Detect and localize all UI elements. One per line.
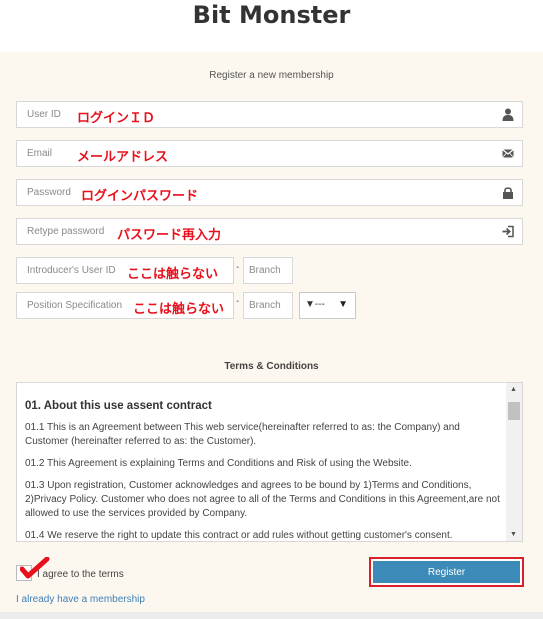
agree-label[interactable]: I agree to the terms [37, 569, 124, 580]
password-annotation: ログインパスワード [81, 189, 199, 204]
retype-password-placeholder: Retype password [27, 226, 105, 237]
sign-in-icon [502, 225, 514, 238]
scroll-down-arrow-icon[interactable]: ▼ [510, 531, 517, 538]
position-select[interactable]: ▼--- ▼ [299, 292, 356, 319]
user-id-annotation: ログインＩＤ [77, 111, 156, 126]
position-select-value: ▼--- [305, 299, 325, 310]
introducer-id-placeholder: Introducer's User ID [27, 265, 116, 276]
already-member-link[interactable]: I already have a membership [16, 594, 145, 605]
position-dash: - [236, 296, 240, 307]
terms-scrollbar[interactable]: ▲ ▼ [506, 383, 522, 541]
branch-placeholder: Branch [249, 265, 281, 276]
terms-paragraph: 01.4 We reserve the right to update this… [25, 530, 453, 541]
terms-paragraph: 01.3 Upon registration, Customer acknowl… [25, 480, 500, 519]
terms-title: Terms & Conditions [224, 361, 319, 372]
register-button[interactable]: Register [369, 557, 524, 587]
email-field[interactable]: Email メールアドレス [16, 140, 523, 167]
retype-password-field[interactable]: Retype password パスワード再入力 [16, 218, 523, 245]
form-heading: Register a new membership [209, 70, 334, 81]
user-id-placeholder: User ID [27, 109, 61, 120]
terms-heading: 01. About this use assent contract [25, 400, 212, 412]
user-icon [502, 108, 514, 121]
position-spec-field[interactable]: Position Specification ここは触らない [16, 292, 234, 319]
introducer-id-field[interactable]: Introducer's User ID ここは触らない [16, 257, 234, 284]
scrollbar-thumb[interactable] [508, 402, 520, 420]
introducer-annotation: ここは触らない [127, 267, 219, 282]
position-branch-field[interactable]: Branch [243, 292, 293, 319]
terms-paragraph: 01.2 This Agreement is explaining Terms … [25, 458, 412, 469]
lock-icon [503, 187, 513, 199]
email-placeholder: Email [27, 148, 53, 159]
site-title: Bit Monster [192, 1, 351, 29]
envelope-icon [502, 149, 514, 158]
terms-content: 01. About this use assent contract 01.1 … [25, 400, 503, 541]
position-spec-placeholder: Position Specification [27, 300, 123, 311]
position-annotation: ここは触らない [133, 302, 225, 317]
terms-box[interactable]: 01. About this use assent contract 01.1 … [16, 382, 523, 542]
password-placeholder: Password [27, 187, 71, 198]
password-field[interactable]: Password ログインパスワード [16, 179, 523, 206]
chevron-down-icon: ▼ [338, 299, 348, 310]
retype-password-annotation: パスワード再入力 [117, 228, 222, 243]
terms-paragraph: 01.1 This is an Agreement between This w… [25, 422, 460, 447]
introducer-dash: - [236, 262, 240, 273]
register-button-label: Register [373, 561, 520, 583]
footer-divider [0, 612, 543, 619]
email-annotation: メールアドレス [77, 150, 169, 165]
user-id-field[interactable]: User ID ログインＩＤ [16, 101, 523, 128]
introducer-branch-field[interactable]: Branch [243, 257, 293, 284]
scroll-up-arrow-icon[interactable]: ▲ [510, 386, 517, 393]
branch-placeholder: Branch [249, 300, 281, 311]
